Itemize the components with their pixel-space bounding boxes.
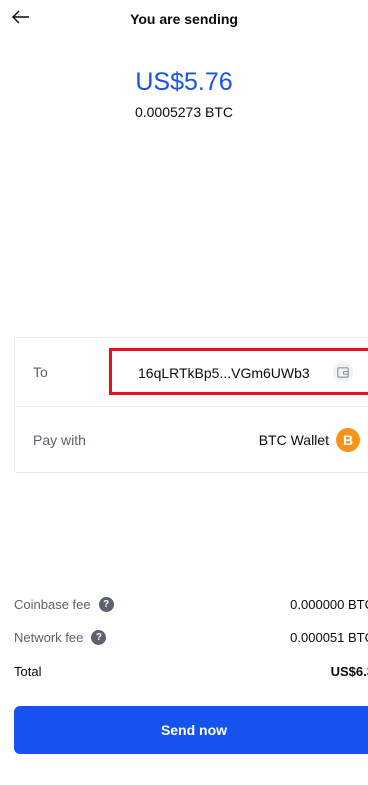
to-row[interactable]: To 16qLRTkBp5...VGm6UWb3 xyxy=(15,338,368,407)
coinbase-fee-label: Coinbase fee xyxy=(14,597,91,612)
network-fee-label: Network fee xyxy=(14,630,84,645)
crypto-amount: 0.0005273 BTC xyxy=(134,104,234,120)
page-title: You are sending xyxy=(130,11,238,27)
send-now-button[interactable]: Send now xyxy=(14,706,368,754)
pay-with-label: Pay with xyxy=(33,432,86,448)
fiat-amount: US$5.76 xyxy=(135,68,233,96)
help-icon[interactable]: ? xyxy=(98,597,114,612)
network-fee-row: Network fee ? 0.000051 BTC xyxy=(14,630,368,650)
total-label: Total xyxy=(14,664,42,679)
pay-with-value: BTC Wallet xyxy=(258,432,329,448)
bitcoin-icon: B xyxy=(336,428,360,452)
wallet-icon xyxy=(333,362,353,382)
total-value: US$6.3 xyxy=(330,664,368,679)
coinbase-fee-value: 0.000000 BTC xyxy=(290,597,368,612)
pay-with-row[interactable]: Pay with BTC Wallet B xyxy=(15,406,368,474)
recipient-address: 16qLRTkBp5...VGm6UWb3 xyxy=(138,365,310,381)
transaction-details-card: To 16qLRTkBp5...VGm6UWb3 Pay with BTC Wa… xyxy=(14,337,368,473)
coinbase-fee-row: Coinbase fee ? 0.000000 BTC xyxy=(14,597,368,617)
recipient-address-highlight[interactable]: 16qLRTkBp5...VGm6UWb3 xyxy=(109,348,368,395)
to-label: To xyxy=(33,364,48,380)
help-icon[interactable]: ? xyxy=(91,630,107,645)
total-row: Total US$6.3 xyxy=(14,664,368,684)
network-fee-value: 0.000051 BTC xyxy=(290,630,368,645)
